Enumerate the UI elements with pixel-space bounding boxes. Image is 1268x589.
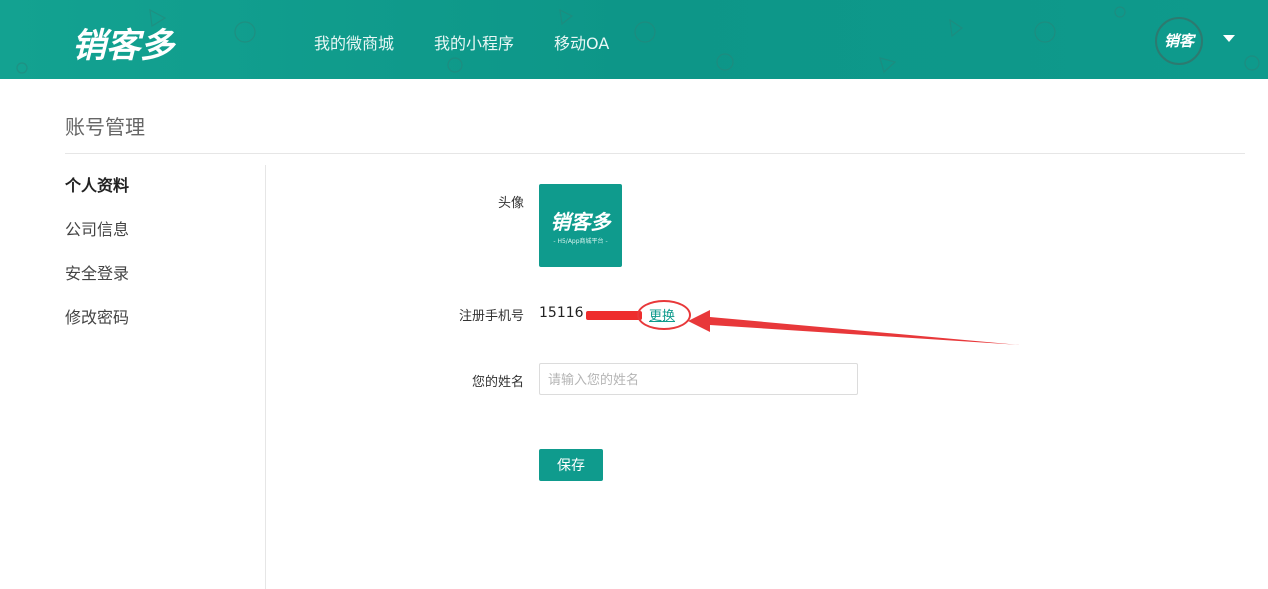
avatar-label: 头像 [497, 196, 524, 211]
sidebar-divider [265, 165, 266, 589]
sidebar: 个人资料 公司信息 安全登录 修改密码 [65, 175, 129, 351]
main-nav: 我的微商城 我的小程序 移动OA [314, 30, 649, 54]
avatar-logo-subtitle: - H5/App商城平台 - [553, 238, 608, 245]
nav-mobile-oa[interactable]: 移动OA [554, 30, 609, 54]
top-header: 销客多 我的微商城 我的小程序 移动OA 销客多 [0, 0, 1268, 79]
nav-my-mini-program[interactable]: 我的小程序 [434, 30, 514, 54]
save-button[interactable]: 保存 [539, 449, 603, 481]
sidebar-item-change-password[interactable]: 修改密码 [65, 307, 129, 351]
phone-label: 注册手机号 [458, 309, 524, 324]
page-title: 账号管理 [65, 115, 145, 139]
redaction-mark [586, 311, 642, 320]
sidebar-item-profile[interactable]: 个人资料 [65, 175, 129, 219]
sidebar-item-secure-login[interactable]: 安全登录 [65, 263, 129, 307]
profile-avatar-image[interactable]: 销客多 - H5/App商城平台 - [539, 184, 622, 267]
brand-logo[interactable]: 销客多 [72, 18, 174, 67]
phone-value: 15116 [539, 305, 584, 321]
sidebar-item-company-info[interactable]: 公司信息 [65, 219, 129, 263]
title-divider [65, 153, 1245, 154]
annotation-arrow [688, 310, 1020, 345]
user-avatar[interactable]: 销客多 [1155, 17, 1203, 65]
annotation-circle [637, 300, 691, 330]
avatar-logo-text: 销客多 [550, 210, 611, 234]
chevron-down-icon[interactable] [1223, 35, 1235, 42]
name-input[interactable] [539, 363, 858, 395]
name-label: 您的姓名 [471, 375, 524, 390]
nav-my-micro-mall[interactable]: 我的微商城 [314, 30, 394, 54]
